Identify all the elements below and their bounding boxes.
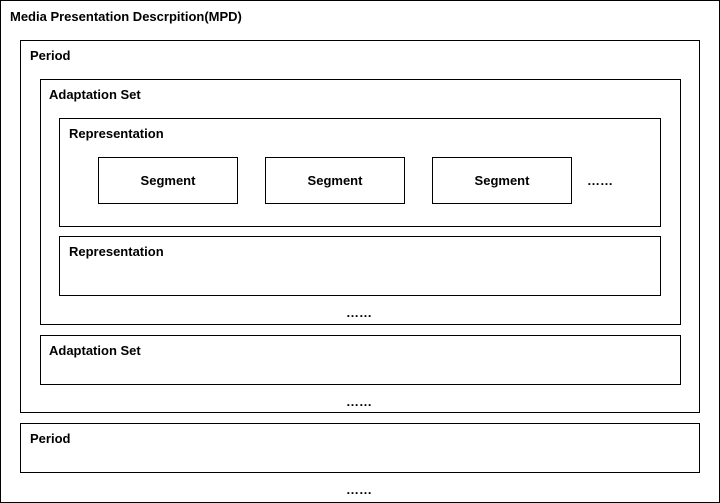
segment-label-1: Segment (140, 172, 196, 188)
period-label-2: Period (30, 431, 71, 446)
period-box-2: Period (20, 423, 700, 473)
segment-more-ellipsis: …… (587, 173, 613, 188)
segment-box-3: Segment (432, 157, 572, 204)
period-more-ellipsis: …… (346, 482, 372, 497)
segment-box-1: Segment (98, 157, 238, 204)
adaptation-set-label-1: Adaptation Set (49, 87, 141, 102)
segment-label-3: Segment (474, 172, 530, 188)
representation-more-ellipsis: …… (346, 305, 372, 320)
mpd-title: Media Presentation Descrpition(MPD) (10, 9, 242, 24)
representation-label-2: Representation (69, 244, 164, 259)
adaptation-set-more-ellipsis: …… (346, 394, 372, 409)
representation-label-1: Representation (69, 126, 164, 141)
representation-box-2: Representation (59, 236, 661, 296)
period-label-1: Period (30, 48, 71, 63)
segment-box-2: Segment (265, 157, 405, 204)
adaptation-set-label-2: Adaptation Set (49, 343, 141, 358)
segment-label-2: Segment (307, 172, 363, 188)
adaptation-set-box-2: Adaptation Set (40, 335, 681, 385)
